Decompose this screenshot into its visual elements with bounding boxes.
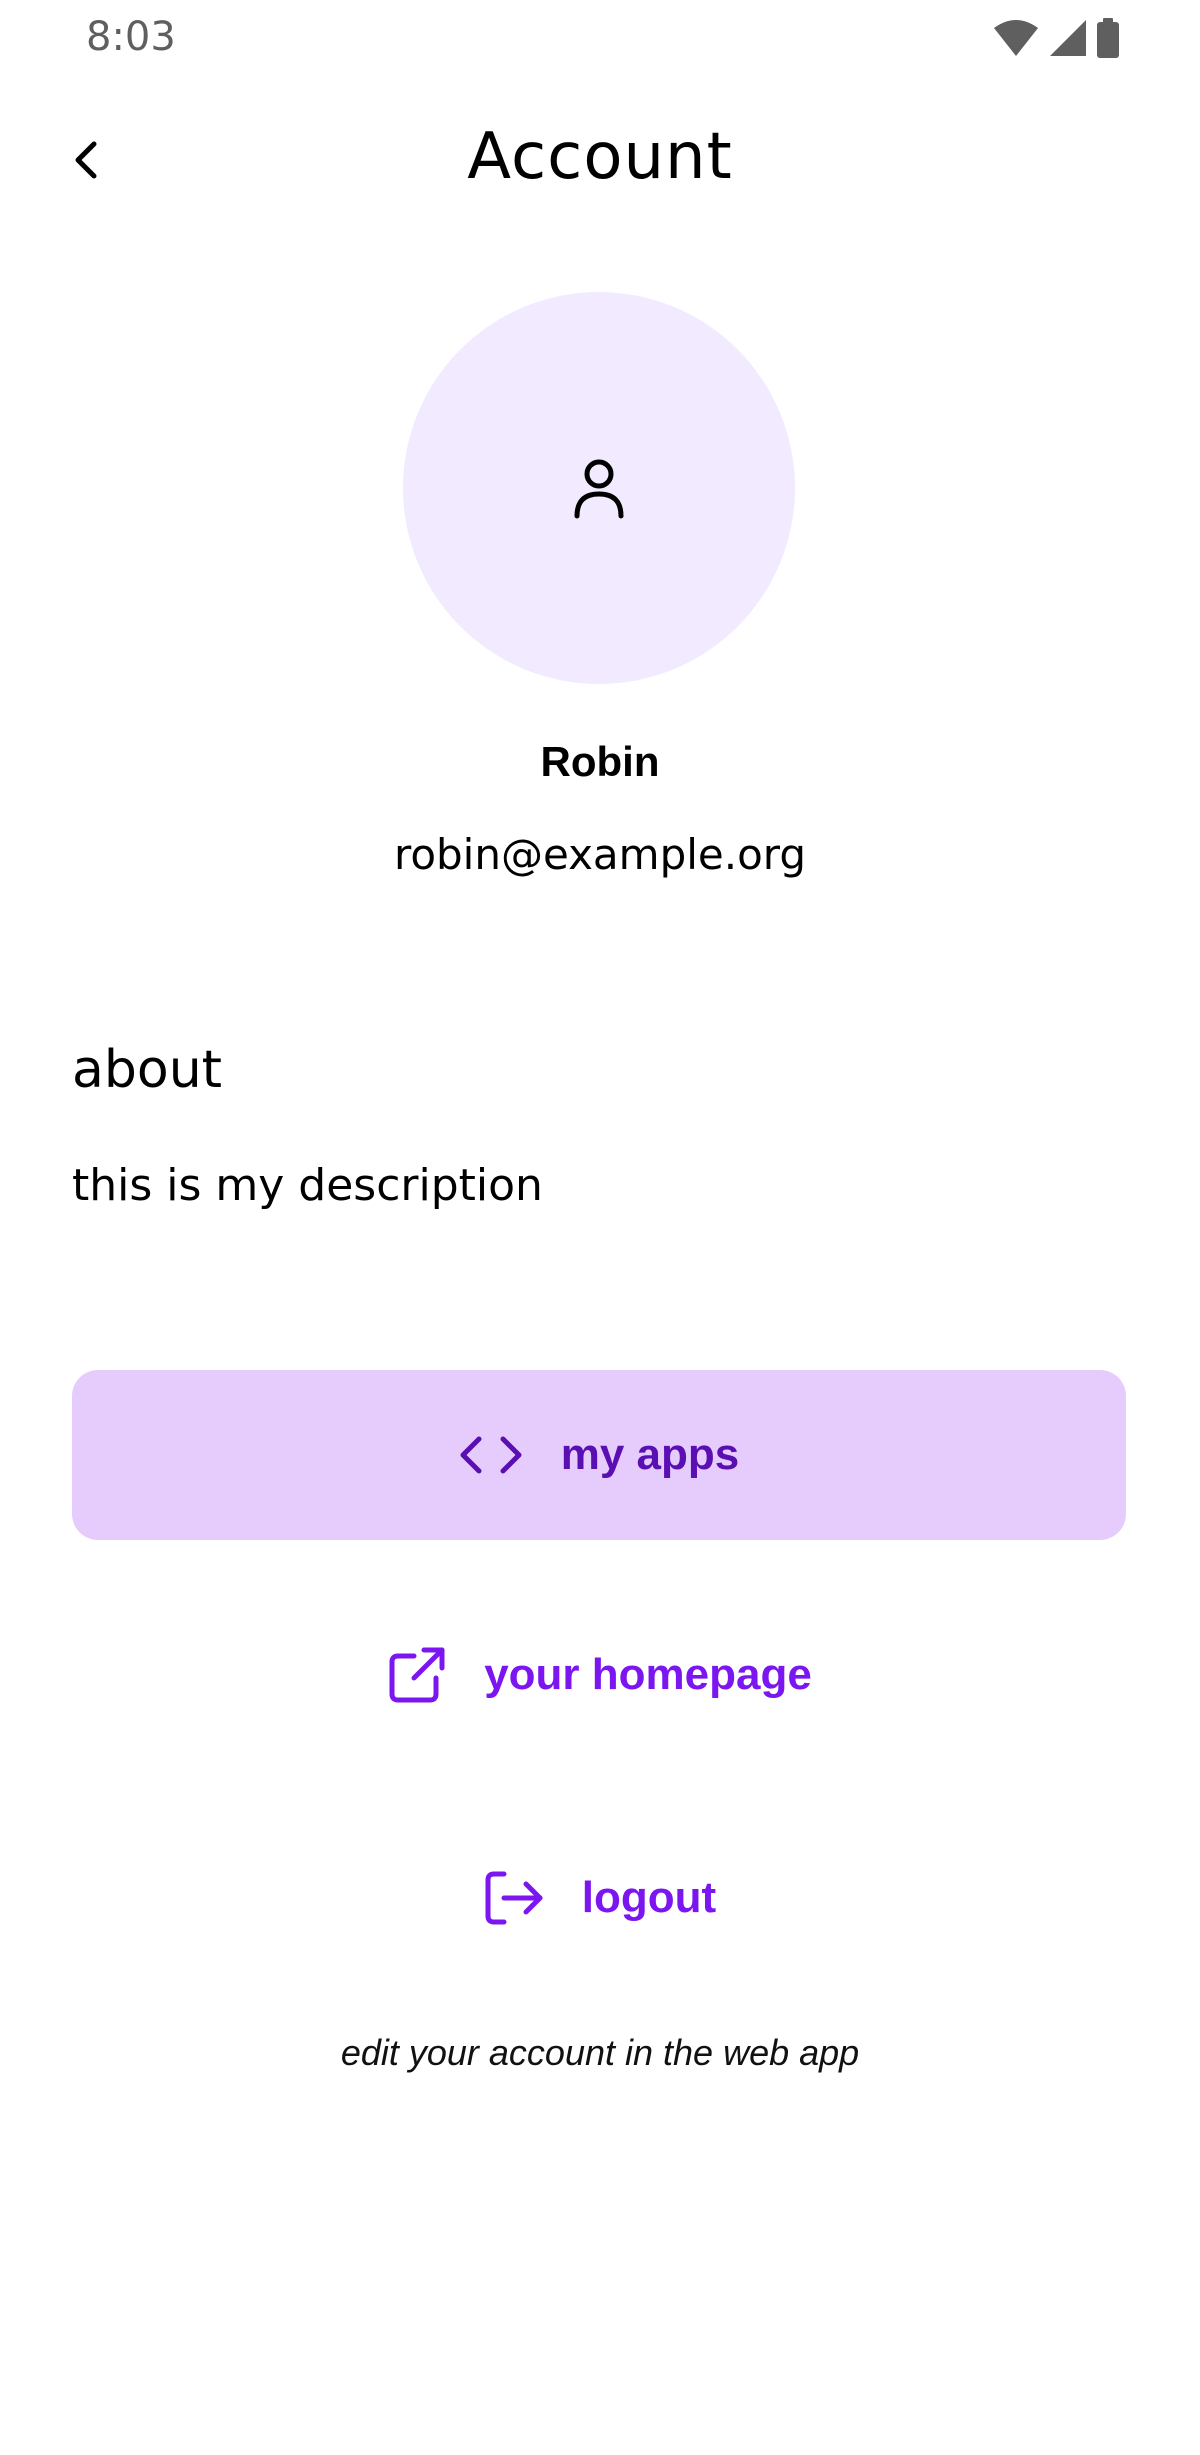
about-description: this is my description <box>72 1160 543 1211</box>
status-time: 8:03 <box>86 14 176 60</box>
code-icon <box>460 1436 522 1474</box>
user-email: robin@example.org <box>393 830 806 879</box>
logout-button[interactable]: logout <box>0 1848 1200 1948</box>
my-apps-label: my apps <box>560 1430 740 1479</box>
about-heading: about <box>72 1040 223 1100</box>
user-name: Robin <box>540 738 660 785</box>
avatar <box>403 292 795 684</box>
page-title: Account <box>467 120 733 194</box>
external-link-icon <box>389 1647 445 1703</box>
battery-icon <box>1097 18 1119 58</box>
account-screen: 8:03 Account Robin robin@example.org abo… <box>0 0 1200 2455</box>
my-apps-button[interactable]: my apps <box>72 1370 1126 1540</box>
cell-signal-icon <box>1050 20 1086 56</box>
logout-label: logout <box>581 1873 717 1922</box>
homepage-label: your homepage <box>484 1650 812 1699</box>
homepage-link[interactable]: your homepage <box>0 1625 1200 1725</box>
top-app-bar: Account <box>0 110 1200 210</box>
logout-icon <box>485 1871 543 1925</box>
footer-note: edit your account in the web app <box>340 2032 860 2073</box>
user-icon <box>574 459 624 519</box>
wifi-icon <box>994 20 1038 56</box>
status-bar: 8:03 <box>0 0 1200 80</box>
status-icons <box>992 18 1120 58</box>
